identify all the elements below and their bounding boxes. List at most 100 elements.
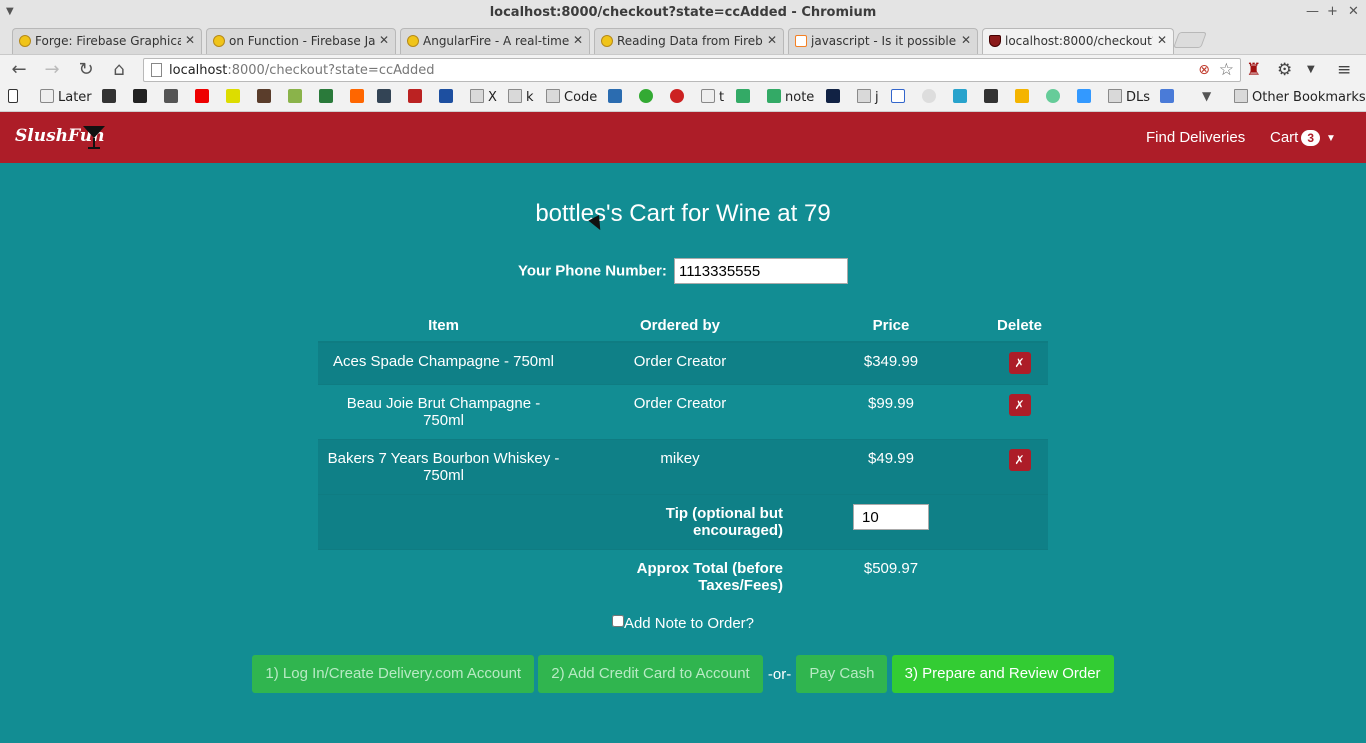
bookmark-icon-only[interactable] (439, 89, 457, 107)
forward-arrow-icon[interactable]: → (40, 58, 64, 82)
browser-tab[interactable]: Reading Data from Firebase ✕ (594, 28, 784, 54)
bookmark-icon-only[interactable] (195, 89, 213, 107)
bookmark-icon-only[interactable] (226, 89, 244, 107)
extension-icon[interactable]: ♜ (1246, 58, 1261, 82)
bookmark-icon-only[interactable] (922, 89, 940, 107)
calendar-icon (1077, 89, 1091, 103)
bookmark-folder[interactable]: j (857, 89, 879, 107)
tip-input[interactable] (853, 504, 929, 530)
other-bookmarks[interactable]: Other Bookmarks (1234, 89, 1366, 107)
drive-icon (1015, 89, 1029, 103)
add-note-checkbox[interactable] (611, 615, 624, 627)
s-icon (670, 89, 684, 103)
docs-icon (1160, 89, 1174, 103)
bookmark-icon-only[interactable] (102, 89, 120, 107)
bookmark-icon-only[interactable] (350, 89, 368, 107)
alpha-icon (257, 89, 271, 103)
bookmark-icon-only[interactable] (670, 89, 688, 107)
bookmark-icon-only[interactable] (164, 89, 182, 107)
bookmark-icon-only[interactable] (408, 89, 426, 107)
bookmark-icon-only[interactable] (736, 89, 754, 107)
phone-input[interactable] (674, 258, 848, 284)
app-navbar: SlushFun Find Deliveries Cart 3 ▼ (0, 112, 1366, 163)
blocked-cookie-icon[interactable]: ⊗ (1198, 62, 1210, 78)
bookmark-icon-only[interactable] (377, 89, 395, 107)
bookmark-note[interactable]: note (767, 89, 814, 107)
bookmark-folder[interactable]: k (508, 89, 534, 107)
tab-close-icon[interactable]: ✕ (573, 33, 583, 47)
firebase-icon (601, 35, 613, 47)
browser-tab-active[interactable]: localhost:8000/checkout?st ✕ (982, 28, 1174, 54)
bookmark-icon-only[interactable] (953, 89, 971, 107)
tab-close-icon[interactable]: ✕ (185, 33, 195, 47)
bookmark-icon-only[interactable] (133, 89, 151, 107)
bookmark-folder[interactable]: DLs (1108, 89, 1150, 107)
maximize-icon[interactable]: + (1327, 4, 1338, 19)
delete-cell: ✗ (991, 384, 1048, 440)
bookmark-instapaper[interactable] (8, 89, 22, 107)
close-window-icon[interactable]: ✕ (1348, 4, 1359, 19)
tip-label: Tip (optional but encouraged) (569, 494, 791, 550)
bookmark-icon-only[interactable] (257, 89, 275, 107)
delete-item-button[interactable]: ✗ (1008, 449, 1031, 471)
bookmark-folder[interactable]: X (470, 89, 497, 107)
tab-title: localhost:8000/checkout?st (1005, 34, 1153, 48)
bookmark-icon-only[interactable] (1077, 89, 1095, 107)
browser-tab[interactable]: AngularFire - A real-time b ✕ (400, 28, 590, 54)
bookmark-icon-only[interactable] (608, 89, 626, 107)
phone-label: Your Phone Number: (518, 262, 667, 280)
bookmark-folder[interactable]: Code (546, 89, 597, 107)
trello-icon (608, 89, 622, 103)
minimize-icon[interactable]: — (1306, 4, 1319, 19)
bookmark-icon-only[interactable] (1015, 89, 1033, 107)
bookmark-star-icon[interactable]: ☆ (1219, 60, 1234, 80)
url-text[interactable]: localhost:8000/checkout?state=ccAdded (169, 63, 435, 78)
login-button[interactable]: 1) Log In/Create Delivery.com Account (252, 655, 535, 693)
browser-tab[interactable]: on Function - Firebase Java ✕ (206, 28, 396, 54)
nyt-icon (133, 89, 147, 103)
bookmark-icon-only[interactable] (319, 89, 337, 107)
browser-tab[interactable]: javascript - Is it possible to ✕ (788, 28, 978, 54)
chevron-down-icon[interactable]: ▼ (1202, 89, 1211, 103)
delete-item-button[interactable]: ✗ (1008, 394, 1031, 416)
bookmark-t[interactable]: t (701, 89, 724, 107)
ordered-by: Order Creator (569, 384, 791, 440)
tab-close-icon[interactable]: ✕ (767, 33, 777, 47)
bookmark-icon-only[interactable] (984, 89, 1002, 107)
note-row: Add Note to Order? (0, 615, 1366, 632)
prepare-review-order-button[interactable]: 3) Prepare and Review Order (891, 655, 1114, 693)
bookmark-icon-only[interactable] (1160, 89, 1178, 107)
item-name: Beau Joie Brut Champagne - 750ml (318, 384, 569, 440)
tab-close-icon[interactable]: ✕ (1157, 33, 1167, 47)
hs-icon (377, 89, 391, 103)
new-tab-button[interactable] (1173, 32, 1207, 48)
home-icon[interactable]: ⌂ (107, 58, 131, 82)
gear-icon[interactable]: ⚙ (1277, 58, 1292, 82)
tab-close-icon[interactable]: ✕ (961, 33, 971, 47)
find-deliveries-link[interactable]: Find Deliveries (1146, 129, 1245, 146)
tab-title: on Function - Firebase Java (229, 34, 375, 48)
bookmark-icon-only[interactable] (288, 89, 306, 107)
cart-dropdown[interactable]: Cart 3 ▼ (1270, 129, 1336, 146)
chevron-down-icon[interactable]: ▼ (1307, 58, 1315, 82)
page-icon (40, 89, 54, 103)
menu-icon[interactable]: ≡ (1337, 58, 1351, 82)
bookmarks-bar: Later X k Code t note j DLs ▼ Other Book… (0, 84, 1366, 112)
reload-icon[interactable]: ↻ (74, 58, 98, 82)
bookmark-later[interactable]: Later (40, 89, 92, 107)
delete-item-button[interactable]: ✗ (1008, 352, 1031, 374)
bookmark-icon-only[interactable] (1046, 89, 1064, 107)
bookmark-icon-only[interactable] (891, 89, 909, 107)
tab-close-icon[interactable]: ✕ (379, 33, 389, 47)
bookmark-label: k (526, 90, 534, 105)
bookmark-icon-only[interactable] (826, 89, 844, 107)
folder-icon (470, 89, 484, 103)
add-credit-card-button[interactable]: 2) Add Credit Card to Account (538, 655, 763, 693)
window-title: localhost:8000/checkout?state=ccAdded - … (489, 5, 877, 20)
back-arrow-icon[interactable]: ← (7, 58, 31, 82)
address-bar[interactable]: localhost:8000/checkout?state=ccAdded ⊗ … (143, 58, 1241, 82)
bookmark-icon-only[interactable] (639, 89, 657, 107)
browser-tab[interactable]: Forge: Firebase Graphical D ✕ (12, 28, 202, 54)
url-host: localhost (169, 63, 228, 78)
pay-cash-button[interactable]: Pay Cash (796, 655, 888, 693)
